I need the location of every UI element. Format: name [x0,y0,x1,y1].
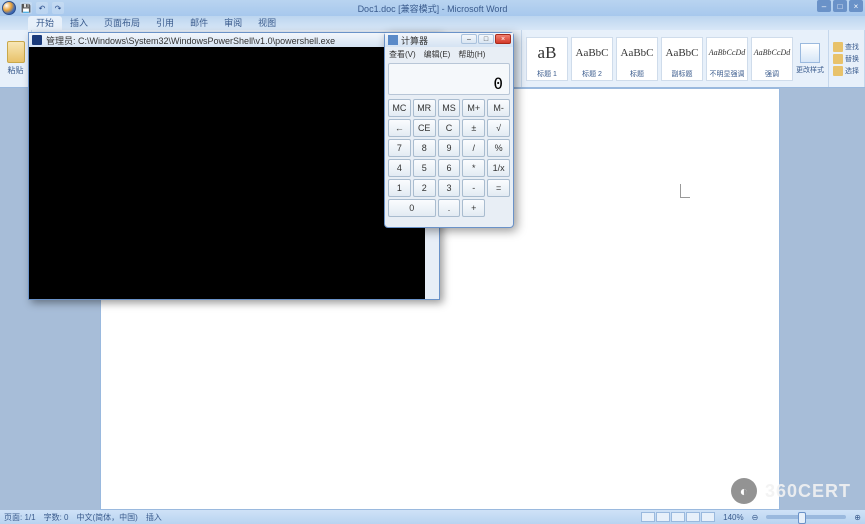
status-zoom[interactable]: 140% [723,513,743,522]
select-icon [833,66,843,76]
calc-display: 0 [388,63,510,95]
word-close-button[interactable]: × [849,0,863,12]
tab-references[interactable]: 引用 [148,16,182,30]
tab-review[interactable]: 审阅 [216,16,250,30]
watermark: ◐ 360CERT [731,478,851,504]
qat-redo-icon[interactable]: ↷ [52,2,64,14]
word-minimize-button[interactable]: – [817,0,831,12]
change-styles-icon [800,43,820,63]
calc-btn-back[interactable]: ← [388,119,411,137]
style-heading2[interactable]: AaBbC标题 2 [571,37,613,81]
style-title[interactable]: AaBbC标题 [616,37,658,81]
calc-btn-mminus[interactable]: M- [487,99,510,117]
calc-btn-neg[interactable]: ± [462,119,485,137]
calc-btn-c[interactable]: C [438,119,461,137]
powershell-titlebar[interactable]: 管理员: C:\Windows\System32\WindowsPowerShe… [29,33,439,47]
calculator-window[interactable]: 计算器 – □ × 查看(V) 编辑(E) 帮助(H) 0 MC MR MS M… [384,32,514,228]
status-mode[interactable]: 插入 [146,512,162,523]
qat-save-icon[interactable]: 💾 [20,2,32,14]
status-words[interactable]: 字数: 0 [44,512,69,523]
calc-btn-pct[interactable]: % [487,139,510,157]
calc-btn-add[interactable]: + [462,199,485,217]
tab-view[interactable]: 视图 [250,16,284,30]
zoom-out-button[interactable]: ⊖ [752,513,759,522]
change-styles-button[interactable]: 更改样式 [796,43,824,75]
calc-btn-6[interactable]: 6 [438,159,461,177]
calc-btn-7[interactable]: 7 [388,139,411,157]
calc-btn-8[interactable]: 8 [413,139,436,157]
calculator-icon [388,35,398,45]
powershell-console[interactable] [31,47,425,297]
tab-insert[interactable]: 插入 [62,16,96,30]
calc-menu-view[interactable]: 查看(V) [389,49,416,60]
calc-btn-mplus[interactable]: M+ [462,99,485,117]
paste-icon [7,41,25,63]
calc-btn-mul[interactable]: * [462,159,485,177]
powershell-icon [32,35,42,45]
calc-btn-div[interactable]: / [462,139,485,157]
view-buttons[interactable] [641,512,715,522]
calc-btn-2[interactable]: 2 [413,179,436,197]
style-subtle-emphasis[interactable]: AaBbCcDd不明显强调 [706,37,748,81]
style-subtitle[interactable]: AaBbC副标题 [661,37,703,81]
word-maximize-button[interactable]: □ [833,0,847,12]
calc-btn-3[interactable]: 3 [438,179,461,197]
calc-btn-ms[interactable]: MS [438,99,461,117]
powershell-window[interactable]: 管理员: C:\Windows\System32\WindowsPowerShe… [28,32,440,300]
style-heading1[interactable]: aB标题 1 [526,37,568,81]
watermark-logo-icon: ◐ [731,478,757,504]
calc-menu-edit[interactable]: 编辑(E) [424,49,451,60]
status-page[interactable]: 页面: 1/1 [4,512,36,523]
zoom-in-button[interactable]: ⊕ [854,513,861,522]
ribbon-tabs: 开始 插入 页面布局 引用 邮件 审阅 视图 [0,16,865,30]
find-button[interactable]: 查找 [833,42,860,52]
office-button[interactable] [2,1,16,15]
style-emphasis[interactable]: AaBbCcDd强调 [751,37,793,81]
calc-btn-sub[interactable]: - [462,179,485,197]
calc-btn-1[interactable]: 1 [388,179,411,197]
calc-btn-4[interactable]: 4 [388,159,411,177]
calculator-titlebar[interactable]: 计算器 – □ × [385,33,513,47]
replace-button[interactable]: 替换 [833,54,860,64]
find-icon [833,42,843,52]
tab-home[interactable]: 开始 [28,16,62,30]
zoom-slider[interactable] [766,515,846,519]
calc-btn-sqrt[interactable]: √ [487,119,510,137]
calc-btn-eq[interactable]: = [487,179,510,197]
styles-gallery[interactable]: aB标题 1 AaBbC标题 2 AaBbC标题 AaBbC副标题 AaBbCc… [526,32,824,85]
calc-btn-mc[interactable]: MC [388,99,411,117]
calc-btn-ce[interactable]: CE [413,119,436,137]
calc-minimize-button[interactable]: – [461,34,477,44]
status-bar: 页面: 1/1 字数: 0 中文(简体，中国) 插入 140% ⊖ ⊕ [0,510,865,524]
calc-close-button[interactable]: × [495,34,511,44]
text-cursor [680,184,690,198]
calc-btn-0[interactable]: 0 [388,199,436,217]
calc-maximize-button[interactable]: □ [478,34,494,44]
calc-menu-help[interactable]: 帮助(H) [458,49,485,60]
qat-undo-icon[interactable]: ↶ [36,2,48,14]
paste-button[interactable]: 粘贴 [4,41,27,76]
status-lang[interactable]: 中文(简体，中国) [76,512,137,523]
tab-mailings[interactable]: 邮件 [182,16,216,30]
select-button[interactable]: 选择 [833,66,860,76]
replace-icon [833,54,843,64]
calc-btn-recip[interactable]: 1/x [487,159,510,177]
calc-btn-9[interactable]: 9 [438,139,461,157]
word-title: Doc1.doc [兼容模式] - Microsoft Word [358,2,508,15]
calc-btn-5[interactable]: 5 [413,159,436,177]
calc-btn-mr[interactable]: MR [413,99,436,117]
tab-layout[interactable]: 页面布局 [96,16,148,30]
calc-btn-dot[interactable]: . [438,199,461,217]
